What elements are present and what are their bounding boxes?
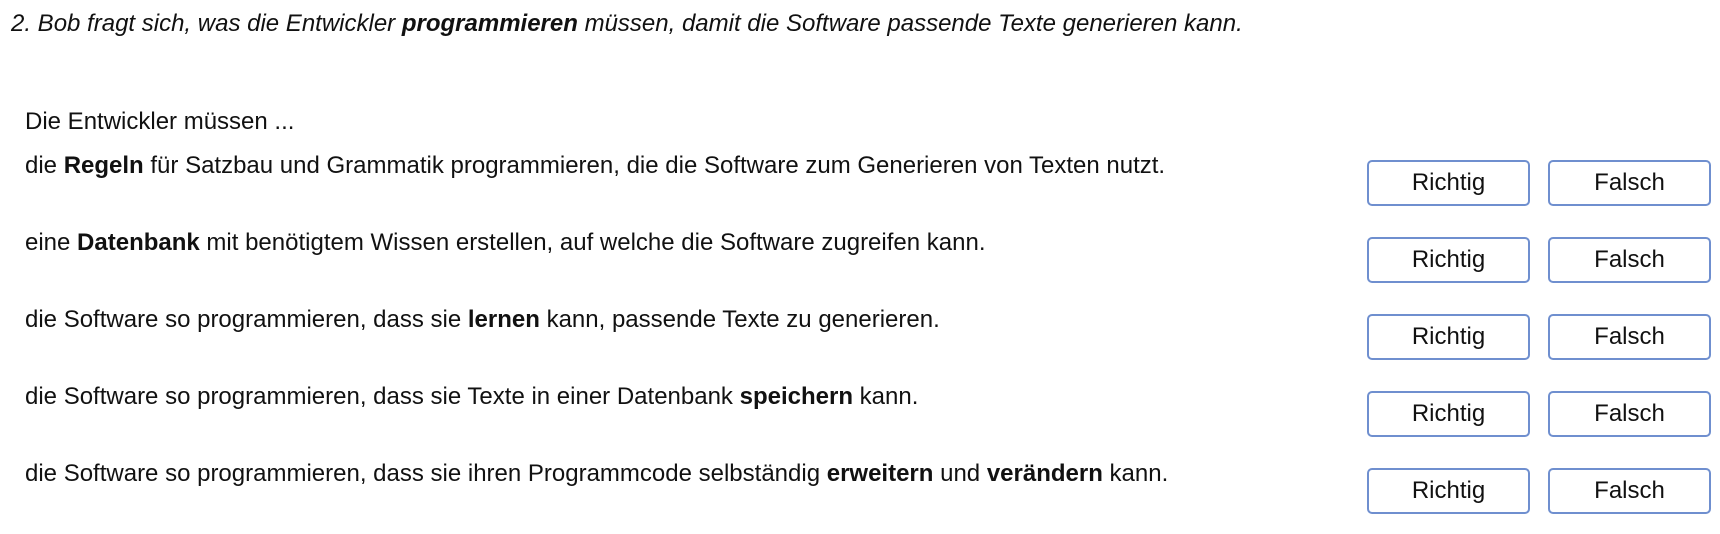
statement-part: die Software so programmieren, dass sie … bbox=[25, 460, 827, 487]
statement-text: die Software so programmieren, dass sie … bbox=[25, 306, 940, 334]
statement-part: eine bbox=[25, 229, 78, 256]
statement-row: die Software so programmieren, dass sie … bbox=[0, 306, 1720, 360]
statement-row: die Software so programmieren, dass sie … bbox=[0, 383, 1720, 437]
question-suffix: müssen, damit die Software passende Text… bbox=[577, 10, 1243, 37]
statement-part: kann. bbox=[853, 383, 919, 410]
statement-keyword: speichern bbox=[739, 383, 853, 410]
statement-row: die Software so programmieren, dass sie … bbox=[0, 460, 1720, 514]
statement-keyword: Regeln bbox=[63, 152, 144, 179]
statement-part: mit benötigtem Wissen erstellen, auf wel… bbox=[199, 229, 986, 256]
falsch-button[interactable]: Falsch bbox=[1548, 314, 1711, 360]
statement-keyword: Datenbank bbox=[77, 229, 200, 256]
statement-part: für Satzbau und Grammatik programmieren,… bbox=[143, 152, 1166, 179]
statement-keyword: lernen bbox=[467, 306, 540, 333]
statement-part: kann, passende Texte zu generieren. bbox=[539, 306, 940, 333]
statement-part: die Software so programmieren, dass sie … bbox=[25, 383, 740, 410]
richtig-button[interactable]: Richtig bbox=[1367, 237, 1530, 283]
falsch-button[interactable]: Falsch bbox=[1548, 160, 1711, 206]
statement-text: die Software so programmieren, dass sie … bbox=[25, 460, 1168, 488]
richtig-button[interactable]: Richtig bbox=[1367, 391, 1530, 437]
question-text: 2. Bob fragt sich, was die Entwickler pr… bbox=[11, 10, 1243, 38]
question-emphasis: programmieren bbox=[401, 10, 578, 37]
statement-intro: Die Entwickler müssen ... bbox=[25, 108, 295, 135]
falsch-button[interactable]: Falsch bbox=[1548, 237, 1711, 283]
statement-row: die Regeln für Satzbau und Grammatik pro… bbox=[0, 152, 1720, 206]
statement-row: eine Datenbank mit benötigtem Wissen ers… bbox=[0, 229, 1720, 283]
statement-part: die Software so programmieren, dass sie bbox=[25, 306, 468, 333]
statement-text: die Regeln für Satzbau und Grammatik pro… bbox=[25, 152, 1165, 180]
statement-text: die Software so programmieren, dass sie … bbox=[25, 383, 918, 411]
richtig-button[interactable]: Richtig bbox=[1367, 160, 1530, 206]
statement-part: kann. bbox=[1102, 460, 1169, 487]
statement-part: die bbox=[25, 152, 64, 179]
statement-keyword: verändern bbox=[986, 460, 1103, 487]
falsch-button[interactable]: Falsch bbox=[1548, 391, 1711, 437]
richtig-button[interactable]: Richtig bbox=[1367, 468, 1530, 514]
statement-text: eine Datenbank mit benötigtem Wissen ers… bbox=[25, 229, 985, 257]
richtig-button[interactable]: Richtig bbox=[1367, 314, 1530, 360]
statement-keyword: erweitern bbox=[826, 460, 934, 487]
question-prefix: 2. Bob fragt sich, was die Entwickler bbox=[11, 10, 402, 37]
statement-part: und bbox=[933, 460, 987, 487]
falsch-button[interactable]: Falsch bbox=[1548, 468, 1711, 514]
